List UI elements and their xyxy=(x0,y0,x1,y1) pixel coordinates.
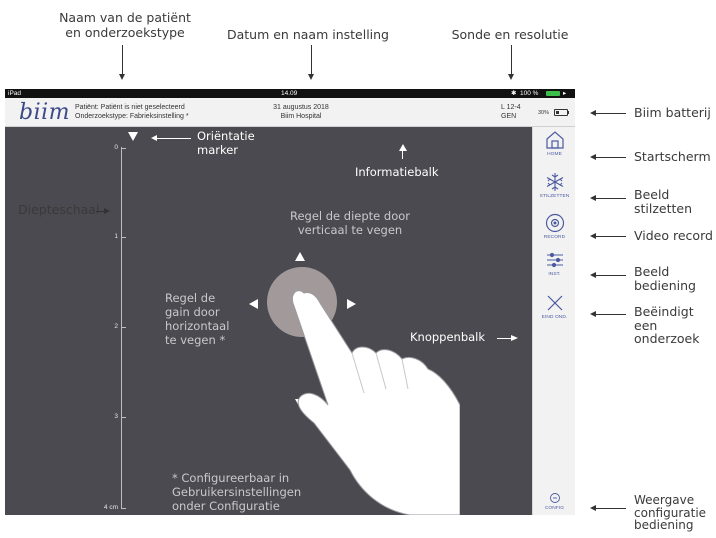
home-button[interactable]: HOME xyxy=(533,130,576,158)
depth-label-3: 3 xyxy=(114,413,118,420)
date-text: 31 augustus 2018 xyxy=(273,104,329,111)
depth-tick-1 xyxy=(121,237,126,238)
callout-date-arrow xyxy=(308,74,314,80)
callout-freeze-line xyxy=(596,198,626,199)
callout-config-line xyxy=(596,508,626,509)
config-note: * Configureerbaar in Gebruikersinstellin… xyxy=(172,471,302,513)
settings-button[interactable]: INST. xyxy=(533,250,576,278)
callout-patient: Naam van de patiënt en onderzoekstype xyxy=(59,10,191,40)
callout-freeze: Beeld stilzetten xyxy=(634,187,693,216)
probe-battery-fill xyxy=(556,111,559,114)
callout-record: Video record xyxy=(634,228,713,243)
end-exam-label: EIND OND. xyxy=(541,315,568,320)
depth-tick-4 xyxy=(121,508,126,509)
config-label: CONFIG xyxy=(544,506,565,511)
depth-label-0: 0 xyxy=(114,144,118,151)
callout-record-line xyxy=(596,236,626,237)
buttonbar-callout-label: Knoppenbalk xyxy=(410,330,486,344)
device-battery-text: 100 % xyxy=(520,90,539,97)
callout-patient-line xyxy=(122,45,123,74)
depth-instruction: Regel de diepte door verticaal te vegen xyxy=(289,209,410,237)
hand-illustration xyxy=(291,290,460,515)
config-button[interactable]: CONFIG xyxy=(533,492,576,512)
depth-tick-2 xyxy=(121,327,126,328)
close-icon xyxy=(547,295,562,311)
depth-tick-0 xyxy=(121,148,126,149)
record-icon xyxy=(545,213,564,233)
settings-label: INST. xyxy=(548,272,561,277)
ipad-screen: iPad 14.09 ✱ 100 % ▸ biim Patiënt: Patië… xyxy=(5,89,575,515)
bluetooth-icon: ✱ xyxy=(511,90,517,97)
probe-battery-icon xyxy=(554,109,568,116)
infobar-callout-arrow xyxy=(399,144,407,151)
callout-config: Weergave configuratie bediening xyxy=(634,493,707,532)
info-bar: biim Patiënt: Patiënt is niet geselectee… xyxy=(5,98,575,127)
depth-label-4: 4 cm xyxy=(103,504,118,511)
home-icon xyxy=(545,131,564,149)
callout-home-line xyxy=(596,157,626,158)
probe-text: L 12-4 xyxy=(501,104,521,111)
patient-line[interactable]: Patiënt: Patiënt is niet geselecteerd xyxy=(75,103,185,112)
exam-type-line[interactable]: Onderzoekstype: Fabrieksinstelling * xyxy=(75,112,189,121)
depth-tick-3 xyxy=(121,417,126,418)
ultrasound-view[interactable]: 0 1 2 3 4 cm Oriëntatie marker Informati… xyxy=(5,127,532,515)
config-icon xyxy=(549,493,560,503)
swipe-left-arrow xyxy=(249,299,258,309)
freeze-button[interactable]: STILZETTEN xyxy=(533,172,576,200)
callout-end-line xyxy=(596,314,626,315)
probe-battery-tip xyxy=(568,111,569,114)
callout-depth-line xyxy=(96,211,104,212)
gain-instruction: Regel de gain door horizontaal te vegen … xyxy=(165,291,230,347)
callout-battery-line xyxy=(596,113,626,114)
callout-image-controls: Beeld bediening xyxy=(634,264,696,293)
freeze-label: STILZETTEN xyxy=(539,194,570,199)
callout-image-controls-line xyxy=(596,275,626,276)
sliders-icon xyxy=(546,252,563,268)
callout-date-hospital: Datum en naam instelling xyxy=(226,27,389,42)
snowflake-icon xyxy=(546,173,563,191)
depth-label-2: 2 xyxy=(114,323,118,330)
buttonbar-callout-arrow xyxy=(511,335,518,341)
callout-probe-line xyxy=(511,45,512,74)
depth-label-1: 1 xyxy=(114,233,118,240)
callout-probe-arrow xyxy=(508,74,514,80)
status-time: 14.09 xyxy=(281,90,298,97)
swipe-up-arrow xyxy=(295,252,305,261)
buttonbar-callout-line xyxy=(497,338,511,339)
callout-end: Beëindigt een onderzoek xyxy=(634,304,700,346)
end-exam-button[interactable]: EIND OND. xyxy=(533,293,576,321)
device-name: iPad xyxy=(8,90,22,97)
device-battery-icon xyxy=(546,91,560,96)
status-bar: iPad 14.09 ✱ 100 % ▸ xyxy=(5,89,575,98)
record-label: RECORD xyxy=(543,235,566,240)
orientation-marker-label: Oriëntatie marker xyxy=(197,129,255,157)
biim-logo: biim xyxy=(19,100,71,125)
preset-text: GEN xyxy=(501,113,517,120)
home-label: HOME xyxy=(547,152,562,157)
button-bar: HOME STILZETTEN RECORD INST. EIND OND. C… xyxy=(532,127,575,515)
charging-icon: ▸ xyxy=(563,90,567,97)
callout-depth-scale: Diepteschaal xyxy=(18,202,100,217)
depth-scale-line xyxy=(121,147,122,509)
callout-depth-arrow xyxy=(104,208,110,214)
callout-home: Startscherm xyxy=(634,149,711,164)
callout-probe: Sonde en resolutie xyxy=(451,27,569,42)
orientation-callout-line xyxy=(157,138,191,139)
orientation-marker xyxy=(128,132,138,141)
hospital-text: Biim Hospital xyxy=(280,113,322,120)
depth-scale[interactable] xyxy=(120,147,130,509)
callout-battery: Biim batterij xyxy=(634,105,711,120)
record-button[interactable]: RECORD xyxy=(533,213,576,241)
callout-date-line xyxy=(311,45,312,74)
callout-patient-arrow xyxy=(119,74,125,80)
infobar-callout-label: Informatiebalk xyxy=(355,165,439,179)
probe-battery-text: 30% xyxy=(538,110,550,116)
infobar-callout-line xyxy=(402,151,403,159)
